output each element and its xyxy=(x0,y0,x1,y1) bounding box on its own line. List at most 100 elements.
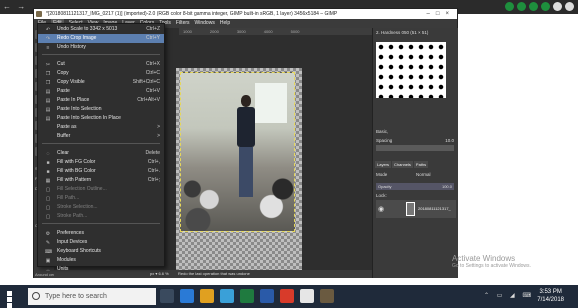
mode-label: Mode xyxy=(376,172,388,177)
menu-item-undo-history[interactable]: ≡ Undo History xyxy=(38,43,164,52)
menu-item-label: Copy Visible xyxy=(57,79,85,85)
menu-item-label: Fill with Pattern xyxy=(57,177,92,183)
menu-item-undo-scale-to-3342-x-5013[interactable]: ↶ Undo Scale to 3342 x 5013 Ctrl+Z xyxy=(38,25,164,34)
tab-paths[interactable]: Paths xyxy=(413,161,429,168)
menu-item-shortcut: Ctrl+Z xyxy=(146,26,160,32)
menu-item-label: Copy xyxy=(57,70,69,76)
extension-icon[interactable] xyxy=(541,2,550,11)
menu-item-preferences[interactable]: ⚙ Preferences xyxy=(38,229,164,238)
menu-item-keyboard-shortcuts[interactable]: ⌨ Keyboard Shortcuts xyxy=(38,247,164,256)
paste-into-icon: ▤ xyxy=(45,107,51,113)
layer-image[interactable] xyxy=(180,72,295,232)
menu-item-label: Paste Into Selection In Place xyxy=(57,115,121,121)
menu-help[interactable]: Help xyxy=(220,19,230,28)
menu-item-paste-into-selection[interactable]: ▤ Paste Into Selection xyxy=(38,105,164,114)
ruler-tick: 3000 xyxy=(236,29,246,34)
windows-start-icon[interactable] xyxy=(7,291,18,308)
pattern-fill-icon: ▦ xyxy=(45,178,51,184)
spacing-value: 10.0 xyxy=(445,138,454,143)
menu-item-fill-path[interactable]: ▢ Fill Path... xyxy=(38,194,164,203)
menu-item-label: Modules xyxy=(57,257,76,263)
menu-item-label: Fill with BG Color xyxy=(57,168,96,174)
menu-item-shortcut: Ctrl+, xyxy=(147,159,160,165)
preferences-icon: ⚙ xyxy=(45,231,51,237)
menu-item-fill-with-bg-color[interactable]: ■ Fill with BG Color Ctrl+. xyxy=(38,167,164,176)
ruler-tick: 1000 xyxy=(183,29,192,34)
menu-item-clear[interactable]: ◌ Clear Delete xyxy=(38,149,164,158)
menu-item-fill-with-fg-color[interactable]: ■ Fill with FG Color Ctrl+, xyxy=(38,158,164,167)
extension-icon[interactable] xyxy=(529,2,538,11)
taskbar-search-input[interactable]: Type here to search xyxy=(28,288,156,305)
store-icon[interactable] xyxy=(220,289,234,303)
menu-item-stroke-path[interactable]: ▢ Stroke Path... xyxy=(38,212,164,221)
menu-item-label: Units xyxy=(57,266,69,272)
right-dock: 2. Hardness 050 (51 × 51) Basic, Spacing… xyxy=(372,28,458,278)
powerpoint-icon[interactable] xyxy=(280,289,294,303)
menu-item-label: Paste In Place xyxy=(57,97,90,103)
menu-item-paste-as[interactable]: Paste as > xyxy=(38,123,164,132)
taskbar: Type here to search ⌃ ▭ ◢ ⌨ 3:53 PM 7/14… xyxy=(0,285,578,308)
menu-item-label: Paste Into Selection xyxy=(57,106,102,112)
clock[interactable]: 3:53 PM 7/14/2018 xyxy=(537,288,564,304)
menu-item-copy-visible[interactable]: ❐ Copy Visible Shift+Ctrl+C xyxy=(38,78,164,87)
task-view-icon[interactable] xyxy=(160,289,174,303)
top-ruler: 1000 2000 3000 4000 5000 xyxy=(179,28,372,35)
file-explorer-icon[interactable] xyxy=(200,289,214,303)
menu-item-buffer[interactable]: Buffer > xyxy=(38,132,164,141)
menu-item-paste-into-selection-in-place[interactable]: ▤ Paste Into Selection In Place xyxy=(38,114,164,123)
copy-icon: ❐ xyxy=(45,71,51,77)
system-tray[interactable]: ⌃ ▭ ◢ ⌨ xyxy=(484,292,534,299)
menu-item-cut[interactable]: ✂ Cut Ctrl+X xyxy=(38,60,164,69)
excel-icon[interactable] xyxy=(240,289,254,303)
back-forward-icon[interactable]: ← → xyxy=(3,2,27,11)
menu-item-input-devices[interactable]: ✎ Input Devices xyxy=(38,238,164,247)
menu-windows[interactable]: Windows xyxy=(195,19,215,28)
menu-item-stroke-selection[interactable]: ▢ Stroke Selection... xyxy=(38,203,164,212)
clear-icon: ◌ xyxy=(46,151,50,157)
spacing-slider[interactable] xyxy=(376,145,454,151)
menu-item-units[interactable]: ↔ Units xyxy=(38,265,164,274)
menu-item-fill-with-pattern[interactable]: ▦ Fill with Pattern Ctrl+; xyxy=(38,176,164,185)
tab-layers[interactable]: Layers xyxy=(375,161,392,168)
mode-row: Mode Normal xyxy=(376,171,456,178)
layer-name: 20180811121317_ xyxy=(418,206,451,211)
extension-icon[interactable] xyxy=(517,2,526,11)
fg-fill-icon: ■ xyxy=(46,160,50,166)
menu-item-shortcut: Ctrl+; xyxy=(147,177,160,183)
menu-item-shortcut: Ctrl+C xyxy=(145,70,160,76)
menu-item-redo-crop-image[interactable]: ↷ Redo Crop Image Ctrl+Y xyxy=(38,34,164,43)
menu-item-label: Undo Scale to 3342 x 5013 xyxy=(57,26,118,32)
menu-item-shortcut: > xyxy=(157,133,160,139)
menu-item-modules[interactable]: ▣ Modules xyxy=(38,256,164,265)
chrome-icon[interactable] xyxy=(300,289,314,303)
extension-icon[interactable] xyxy=(553,2,562,11)
extension-icon[interactable] xyxy=(565,2,574,11)
menu-item-fill-selection-outline[interactable]: ▢ Fill Selection Outline... xyxy=(38,185,164,194)
opacity-slider[interactable]: Opacity 100.0 xyxy=(376,183,454,190)
transparency-background[interactable] xyxy=(176,68,302,278)
brush-preset[interactable]: Basic, xyxy=(376,128,456,135)
undo-icon: ↶ xyxy=(45,27,51,33)
activate-subtitle: Go to Settings to activate Windows. xyxy=(452,263,531,269)
gimp-taskbar-icon[interactable] xyxy=(320,289,334,303)
menu-item-shortcut: Ctrl+. xyxy=(147,168,160,174)
mode-select[interactable]: Normal xyxy=(416,171,431,178)
menu-filters[interactable]: Filters xyxy=(176,19,190,28)
eye-icon[interactable]: ◉ xyxy=(378,205,384,213)
menu-item-paste-in-place[interactable]: ▤ Paste In Place Ctrl+Alt+V xyxy=(38,96,164,105)
window-controls[interactable]: –□× xyxy=(427,9,455,19)
extension-icon[interactable] xyxy=(505,2,514,11)
menu-item-shortcut: Delete xyxy=(145,150,160,156)
edge-icon[interactable] xyxy=(180,289,194,303)
menu-item-label: Preferences xyxy=(57,230,84,236)
menu-item-copy[interactable]: ❐ Copy Ctrl+C xyxy=(38,69,164,78)
layer-item[interactable]: ◉ 20180811121317_ xyxy=(376,200,456,218)
paste-in-place-icon: ▤ xyxy=(45,98,51,104)
brush-grid[interactable] xyxy=(376,42,446,98)
menu-item-paste[interactable]: ▤ Paste Ctrl+V xyxy=(38,87,164,96)
spacing-label: Spacing xyxy=(376,138,393,143)
input-devices-icon: ✎ xyxy=(45,240,51,246)
window-title: *[20180811121317_IMG_0217 (1)] (imported… xyxy=(46,11,338,17)
word-icon[interactable] xyxy=(260,289,274,303)
tab-channels[interactable]: Channels xyxy=(392,161,413,168)
